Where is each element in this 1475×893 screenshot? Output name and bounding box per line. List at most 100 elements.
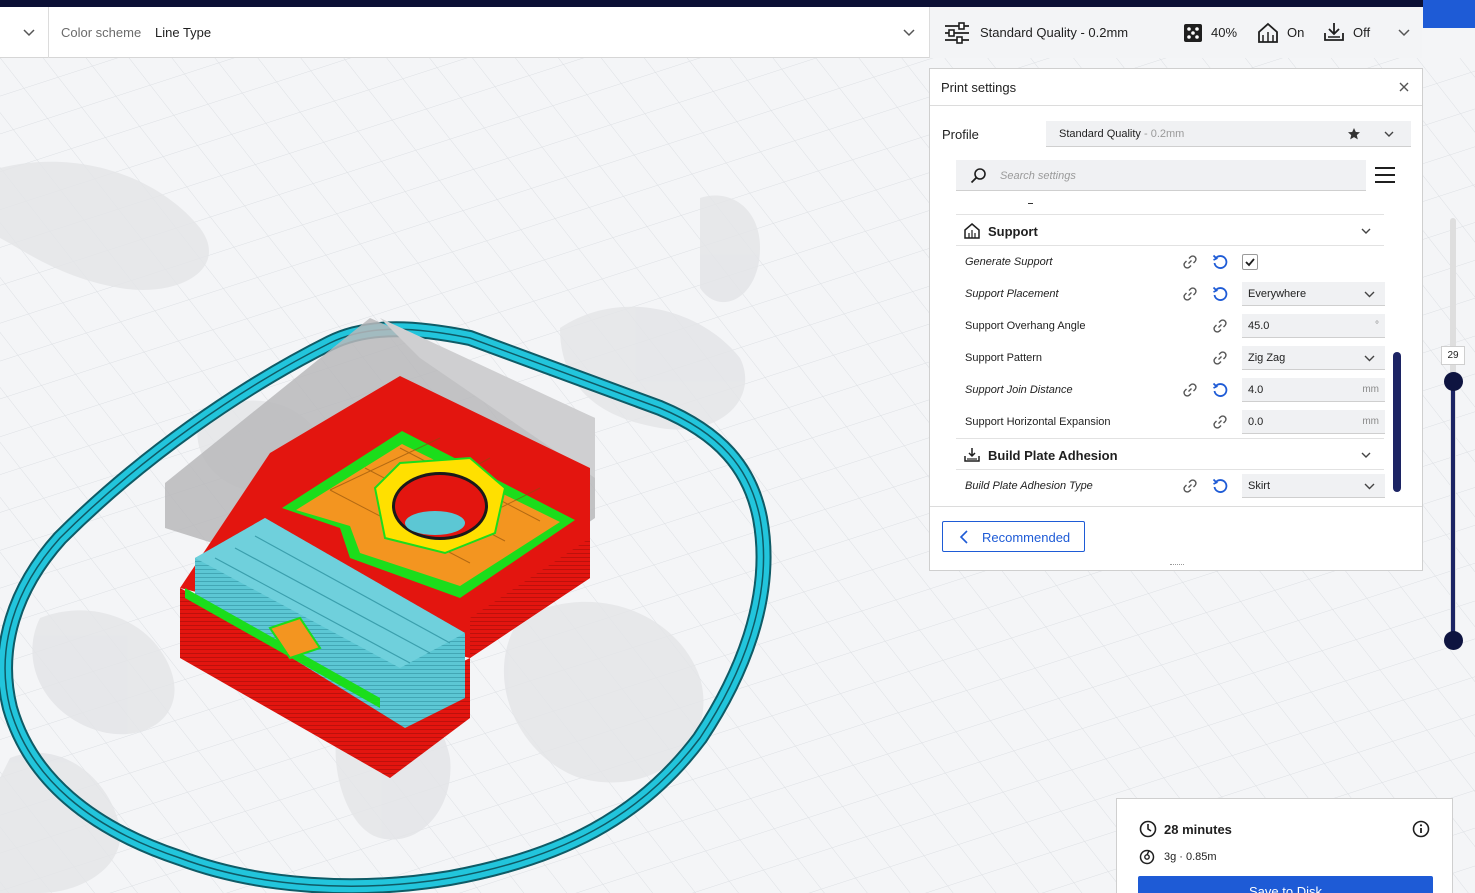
chevron-down-icon[interactable] [901, 24, 917, 40]
chevron-down-icon [1364, 291, 1375, 298]
spool-icon [1139, 849, 1155, 865]
chevron-down-icon[interactable] [1360, 449, 1372, 461]
chevron-down-icon[interactable] [1383, 128, 1395, 140]
material-usage: 3g · 0.85m [1164, 851, 1217, 863]
scroll-remnant [1028, 203, 1033, 204]
field-unit: ° [1375, 320, 1379, 331]
layer-slider-bottom-handle[interactable] [1444, 631, 1463, 650]
link-icon[interactable] [1182, 478, 1198, 494]
toolbar-divider [48, 7, 49, 58]
link-icon[interactable] [1212, 350, 1228, 366]
settings-menu-icon[interactable] [1374, 165, 1396, 185]
category-build-plate-adhesion[interactable]: Build Plate Adhesion [956, 438, 1384, 470]
quality-label: Standard Quality - 0.2mm [980, 25, 1129, 40]
support-placement-select[interactable]: Everywhere [1242, 282, 1385, 306]
horizontal-expansion-input[interactable]: 0.0 mm [1242, 410, 1385, 434]
category-support[interactable]: Support [956, 214, 1384, 246]
settings-list[interactable]: Support Generate Support Support Placeme… [956, 201, 1386, 506]
reset-icon[interactable] [1212, 286, 1228, 302]
panel-resize-handle[interactable] [1170, 564, 1184, 567]
infill-icon [1184, 24, 1202, 42]
support-icon [964, 223, 980, 239]
link-icon[interactable] [1182, 382, 1198, 398]
profile-name: Standard Quality [1059, 128, 1141, 140]
print-setup-selector[interactable]: Standard Quality - 0.2mm 40% On Off [929, 7, 1422, 58]
setting-label: Build Plate Adhesion Type [965, 480, 1093, 492]
save-label: Save to Disk [1249, 884, 1322, 893]
layer-number[interactable]: 29 [1441, 346, 1465, 365]
sliders-icon [945, 22, 969, 44]
setting-row-overhang-angle: Support Overhang Angle 45.0 ° [956, 310, 1386, 342]
field-value: 0.0 [1248, 416, 1264, 428]
setting-label: Support Overhang Angle [965, 320, 1086, 332]
adhesion-icon [1324, 23, 1344, 41]
print-estimate-panel: 28 minutes 3g · 0.85m Save to Disk [1116, 798, 1453, 893]
support-icon [1258, 22, 1278, 43]
chevron-down-icon[interactable] [1360, 225, 1372, 237]
layer-slider-range [1451, 381, 1455, 641]
color-scheme-select[interactable]: Line Type [155, 25, 211, 40]
setting-row-adhesion-type: Build Plate Adhesion Type Skirt [956, 470, 1386, 502]
chevron-down-icon[interactable] [1396, 24, 1412, 40]
field-value: Skirt [1248, 480, 1270, 492]
field-value: 45.0 [1248, 320, 1270, 332]
link-icon[interactable] [1212, 414, 1228, 430]
setting-label: Generate Support [965, 256, 1053, 268]
field-value: Everywhere [1248, 288, 1307, 300]
info-icon[interactable] [1412, 820, 1430, 838]
panel-divider [930, 506, 1422, 507]
view-toolbar: Color scheme Line Type Standard Quality … [0, 7, 1422, 58]
save-to-disk-button[interactable]: Save to Disk [1138, 876, 1433, 893]
settings-scrollbar[interactable] [1393, 352, 1401, 492]
search-box [956, 160, 1366, 191]
title-bar [0, 0, 1475, 7]
link-icon[interactable] [1182, 254, 1198, 270]
profile-value: Standard Quality - 0.2mm [1059, 128, 1184, 140]
category-label: Build Plate Adhesion [988, 448, 1118, 463]
setting-row-support-pattern: Support Pattern Zig Zag [956, 342, 1386, 374]
adhesion-type-select[interactable]: Skirt [1242, 474, 1385, 498]
setting-label: Support Placement [965, 288, 1059, 300]
infill-value: 40% [1211, 25, 1238, 40]
support-value: On [1287, 25, 1305, 40]
adhesion-value: Off [1353, 25, 1371, 40]
generate-support-checkbox[interactable] [1242, 254, 1258, 270]
star-icon[interactable] [1347, 127, 1361, 141]
support-pattern-select[interactable]: Zig Zag [1242, 346, 1385, 370]
chevron-left-icon [959, 530, 968, 544]
field-value: Zig Zag [1248, 352, 1286, 364]
setting-label: Support Join Distance [965, 384, 1073, 396]
setting-row-horizontal-expansion: Support Horizontal Expansion 0.0 mm [956, 406, 1386, 438]
check-icon [1245, 258, 1255, 267]
chevron-down-icon[interactable] [21, 24, 37, 40]
title-bar-accent [1423, 0, 1475, 28]
setting-label: Support Horizontal Expansion [965, 416, 1111, 428]
field-unit: mm [1362, 416, 1379, 427]
reset-icon[interactable] [1212, 254, 1228, 270]
reset-icon[interactable] [1212, 382, 1228, 398]
setting-row-join-distance: Support Join Distance 4.0 mm [956, 374, 1386, 406]
profile-label: Profile [942, 127, 979, 142]
category-label: Support [988, 224, 1038, 239]
profile-select[interactable]: Standard Quality - 0.2mm [1046, 121, 1411, 147]
reset-icon[interactable] [1212, 478, 1228, 494]
chevron-down-icon [1364, 483, 1375, 490]
hole-support [405, 511, 465, 535]
field-unit: mm [1362, 384, 1379, 395]
layer-slider-top-handle[interactable] [1444, 372, 1463, 391]
overhang-angle-input[interactable]: 45.0 ° [1242, 314, 1385, 338]
setting-row-generate-support: Generate Support [956, 246, 1386, 278]
color-scheme-label: Color scheme [61, 25, 142, 40]
print-settings-panel: Print settings Profile Standard Quality … [929, 68, 1423, 571]
clock-icon [1139, 820, 1157, 838]
setting-label: Support Pattern [965, 352, 1043, 364]
recommended-button[interactable]: Recommended [942, 521, 1085, 552]
link-icon[interactable] [1212, 318, 1228, 334]
setting-row-support-placement: Support Placement Everywhere [956, 278, 1386, 310]
close-icon[interactable] [1398, 81, 1410, 93]
search-icon [970, 168, 986, 184]
join-distance-input[interactable]: 4.0 mm [1242, 378, 1385, 402]
chevron-down-icon [1364, 355, 1375, 362]
search-input[interactable] [1000, 168, 1340, 184]
link-icon[interactable] [1182, 286, 1198, 302]
